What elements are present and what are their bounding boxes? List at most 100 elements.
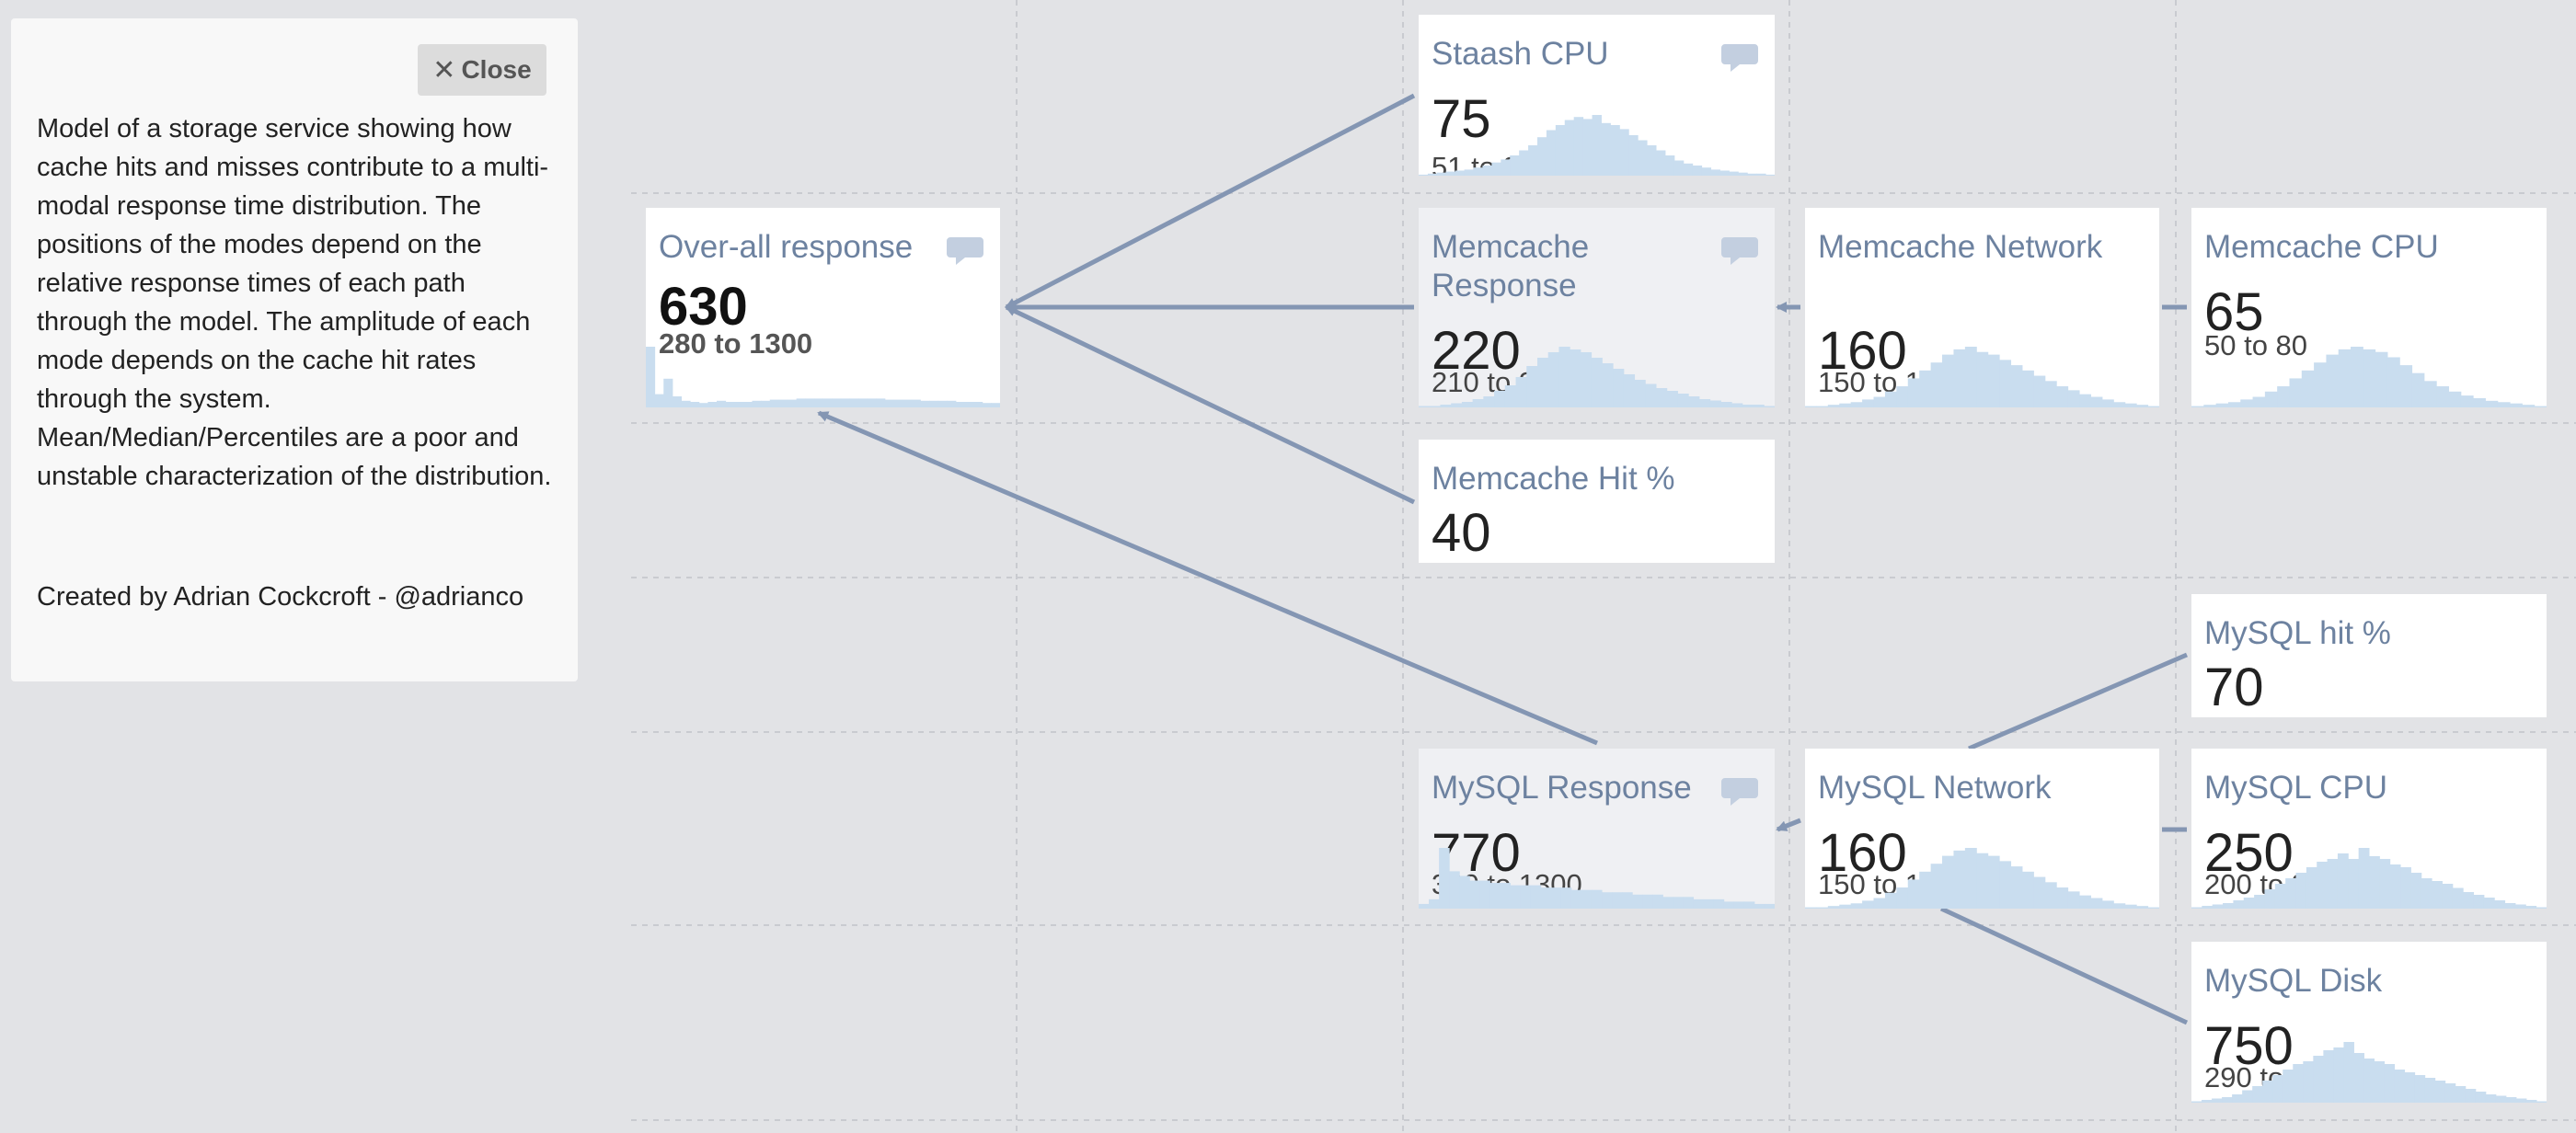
speech-bubble-icon[interactable]: [947, 235, 983, 265]
histogram-bar: [1930, 864, 1943, 909]
histogram-bar: [2358, 848, 2370, 909]
close-button[interactable]: ✕ Close: [418, 44, 546, 96]
histogram-bar: [2243, 898, 2255, 909]
histogram-bar: [2353, 1053, 2364, 1103]
histogram-bar: [1642, 894, 1653, 909]
node-title: Memcache Network: [1818, 229, 2103, 265]
histogram-bar: [2090, 396, 2103, 407]
histogram-bar: [1964, 848, 1977, 909]
histogram-bar: [1445, 171, 1456, 176]
node-mysql-cpu[interactable]: MySQL CPU 250 200 to 300: [2191, 749, 2547, 909]
histogram-bar: [2272, 1075, 2283, 1103]
histogram-bar: [2252, 1086, 2263, 1103]
node-title: Memcache Hit %: [1432, 461, 1675, 497]
histogram-bar: [1483, 396, 1495, 407]
histogram-bar: [1592, 115, 1602, 176]
histogram-bar: [2232, 1094, 2243, 1103]
histogram-bar: [1896, 887, 1909, 909]
histogram-bar: [1664, 155, 1675, 176]
connector-line: [1968, 652, 2188, 751]
histogram-bar: [2374, 1061, 2386, 1103]
node-title: MySQL Network: [1818, 770, 2052, 806]
histogram-bar: [2191, 907, 2202, 909]
speech-bubble-icon[interactable]: [1721, 42, 1758, 72]
node-memcache-response[interactable]: Memcache Response 220 210 to 240: [1419, 208, 1775, 407]
histogram-bar: [2404, 1072, 2416, 1103]
node-staash-cpu[interactable]: Staash CPU 75 51 to 99: [1419, 15, 1775, 176]
histogram-bar: [2389, 864, 2401, 909]
histogram-bar: [2254, 895, 2265, 909]
histogram-bar: [2056, 887, 2069, 909]
node-histogram: [646, 347, 1000, 407]
node-mysql-hit-pct[interactable]: MySQL hit % 70: [2191, 594, 2547, 717]
node-overall-response[interactable]: Over-all response 630 280 to 1300: [646, 208, 1000, 407]
histogram-bar: [1622, 892, 1633, 909]
histogram-bar: [1494, 391, 1506, 407]
histogram-bar: [2384, 1064, 2396, 1103]
node-mysql-disk[interactable]: MySQL Disk 750 290 to 1200: [2191, 942, 2547, 1103]
histogram-bar: [1530, 885, 1542, 909]
histogram-bar: [2313, 1056, 2324, 1103]
node-histogram: [1419, 848, 1775, 909]
histogram-bar: [1930, 362, 1943, 407]
node-mysql-network[interactable]: MySQL Network 160 150 to 170: [1805, 749, 2159, 909]
histogram-bar: [2010, 866, 2023, 909]
histogram-bar: [1427, 173, 1438, 176]
node-title: MySQL Disk: [2204, 963, 2383, 999]
node-memcache-network[interactable]: Memcache Network 160 150 to 170: [1805, 208, 2159, 407]
histogram-bar: [1698, 399, 1711, 407]
histogram-bar: [2494, 900, 2506, 909]
histogram-bar: [1436, 172, 1447, 176]
histogram-bar: [1656, 150, 1666, 176]
histogram-bar: [2483, 898, 2495, 909]
histogram-bar: [2191, 406, 2204, 407]
histogram-bar: [1919, 370, 1932, 407]
speech-bubble-icon[interactable]: [1721, 235, 1758, 265]
node-histogram: [1805, 848, 2159, 909]
histogram-bar: [1719, 170, 1730, 176]
speech-bubble-icon[interactable]: [1721, 776, 1758, 806]
histogram-bar: [1907, 879, 1920, 909]
histogram-bar: [1623, 374, 1636, 407]
histogram-bar: [2274, 884, 2286, 909]
histogram-bar: [1537, 137, 1547, 176]
histogram-bar: [1501, 159, 1511, 176]
histogram-bar: [1440, 405, 1452, 407]
histogram-bar: [2283, 1070, 2294, 1103]
histogram-bar: [2090, 898, 2103, 909]
histogram-bar: [2423, 381, 2437, 407]
histogram-bar: [2264, 889, 2276, 909]
histogram-bar: [1816, 406, 1829, 407]
node-memcache-hit-pct[interactable]: Memcache Hit % 40: [1419, 440, 1775, 563]
info-panel: ✕ Close Model of a storage service showi…: [11, 18, 578, 681]
histogram-bar: [690, 402, 700, 407]
histogram-bar: [2101, 399, 2114, 407]
close-icon: ✕: [432, 54, 456, 86]
histogram-bar: [2536, 907, 2547, 909]
histogram-bar: [1827, 906, 1840, 909]
histogram-bar: [2124, 904, 2137, 909]
histogram-bar: [1919, 871, 1932, 909]
histogram-bar: [1439, 848, 1450, 909]
histogram-bar: [654, 394, 664, 407]
histogram-bar: [769, 399, 779, 407]
node-memcache-cpu[interactable]: Memcache CPU 65 50 to 80: [2191, 208, 2547, 407]
histogram-bar: [2306, 867, 2317, 909]
histogram-bar: [1754, 903, 1765, 909]
histogram-bar: [1703, 898, 1715, 909]
histogram-bar: [1613, 369, 1625, 407]
histogram-bar: [2317, 862, 2329, 909]
node-mysql-response[interactable]: MySQL Response 770 380 to 1300: [1419, 749, 1775, 909]
histogram-bar: [2222, 1097, 2233, 1103]
histogram-bar: [805, 398, 815, 407]
histogram-bar: [1491, 162, 1501, 176]
node-title: MySQL hit %: [2204, 615, 2391, 651]
node-title: MySQL CPU: [2204, 770, 2388, 806]
histogram-bar: [2452, 887, 2464, 909]
histogram-bar: [1693, 898, 1705, 909]
histogram-bar: [1723, 901, 1735, 909]
histogram-bar: [1999, 861, 2012, 909]
histogram-bar: [1987, 354, 2000, 407]
histogram-bar: [1688, 396, 1700, 407]
histogram-bar: [1564, 120, 1575, 176]
